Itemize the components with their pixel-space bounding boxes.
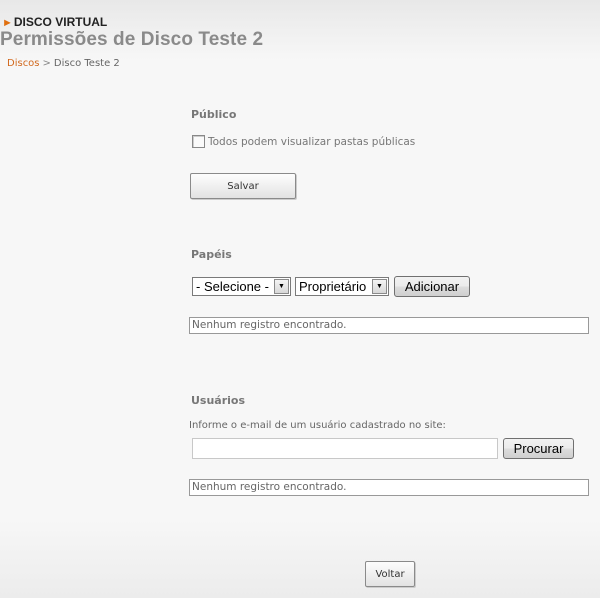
- breadcrumb: Discos > Disco Teste 2: [7, 58, 120, 69]
- role-select-value: Proprietário: [299, 279, 367, 294]
- chevron-down-icon: ▼: [274, 279, 289, 294]
- breadcrumb-link-discos[interactable]: Discos: [7, 58, 40, 69]
- papeis-heading: Papéis: [191, 248, 232, 261]
- save-button[interactable]: Salvar: [190, 173, 296, 199]
- breadcrumb-separator: >: [42, 58, 51, 69]
- back-button[interactable]: Voltar: [365, 561, 415, 587]
- user-select-value: - Selecione -: [196, 279, 269, 294]
- publico-heading: Público: [191, 108, 237, 121]
- page-header: ►DISCO VIRTUAL Permissões de Disco Teste…: [0, 0, 600, 80]
- public-folders-checkbox-label: Todos podem visualizar pastas públicas: [208, 135, 416, 148]
- role-select[interactable]: Proprietário ▼: [295, 277, 389, 296]
- email-hint: Informe o e-mail de um usuário cadastrad…: [189, 420, 446, 431]
- public-folders-checkbox[interactable]: [192, 135, 205, 148]
- user-select[interactable]: - Selecione - ▼: [192, 277, 291, 296]
- section-title: ►DISCO VIRTUAL: [2, 15, 107, 29]
- section-title-text: DISCO VIRTUAL: [13, 15, 108, 29]
- usuarios-heading: Usuários: [191, 394, 246, 407]
- email-input[interactable]: [192, 438, 498, 459]
- search-button[interactable]: Procurar: [503, 438, 574, 459]
- add-role-button[interactable]: Adicionar: [394, 276, 470, 297]
- arrow-right-icon: ►: [2, 17, 13, 29]
- chevron-down-icon: ▼: [372, 279, 387, 294]
- users-empty-message: Nenhum registro encontrado.: [189, 479, 589, 496]
- roles-empty-message: Nenhum registro encontrado.: [189, 317, 589, 334]
- public-checkbox-row: Todos podem visualizar pastas públicas: [192, 135, 415, 148]
- breadcrumb-current: Disco Teste 2: [53, 58, 120, 69]
- page-title: Permissões de Disco Teste 2: [0, 29, 264, 50]
